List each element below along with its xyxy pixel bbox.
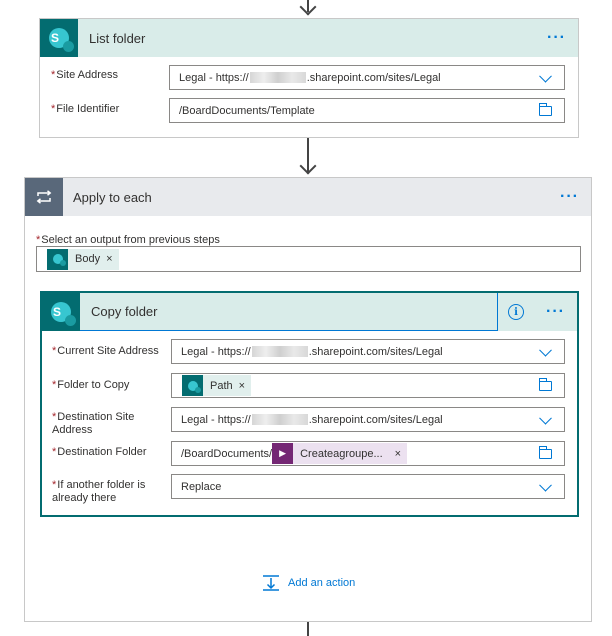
folder-icon[interactable] [539, 445, 552, 459]
apply-to-each-card: Apply to each ··· *Select an output from… [24, 177, 592, 622]
list-folder-header[interactable]: S List folder ··· [40, 19, 578, 57]
chevron-down-icon[interactable] [539, 478, 552, 492]
copy-folder-header-actions: i ··· [498, 293, 577, 331]
create-group-token[interactable]: ▶ Createagroupe... × [272, 443, 408, 464]
destination-site-address-label: *Destination Site Address [52, 411, 135, 436]
list-folder-card: S List folder ··· *Site Address Legal - … [39, 18, 579, 138]
connector-bottom [307, 622, 309, 636]
list-folder-title: List folder [89, 30, 146, 46]
sharepoint-icon [47, 248, 68, 270]
copy-folder-header[interactable]: S Copy folder [42, 292, 498, 331]
file-identifier-label: *File Identifier [51, 103, 120, 115]
current-site-address-dropdown[interactable]: Legal - https://.sharepoint.com/sites/Le… [171, 339, 565, 364]
info-icon[interactable]: i [508, 304, 524, 320]
remove-token-icon[interactable]: × [395, 448, 401, 460]
redacted-tenant [251, 414, 308, 425]
connector-top-arrow [299, 0, 317, 16]
destination-site-address-dropdown[interactable]: Legal - https://.sharepoint.com/sites/Le… [171, 407, 565, 432]
folder-icon[interactable] [539, 102, 552, 116]
sharepoint-icon [182, 375, 203, 396]
add-action-icon [262, 575, 280, 591]
copy-folder-card: S Copy folder i ··· *Current Site Addres… [40, 291, 579, 517]
chevron-down-icon[interactable] [539, 69, 552, 83]
folder-to-copy-input[interactable]: Path × [171, 373, 565, 398]
redacted-tenant [249, 72, 306, 83]
destination-folder-input[interactable]: /BoardDocuments/ ▶ Createagroupe... × [171, 441, 565, 466]
path-token[interactable]: Path × [182, 375, 252, 396]
sharepoint-icon: S [40, 19, 78, 57]
remove-token-icon[interactable]: × [239, 380, 245, 392]
destination-folder-label: *Destination Folder [52, 446, 147, 458]
folder-to-copy-label: *Folder to Copy [52, 379, 130, 391]
folder-icon[interactable] [539, 377, 552, 391]
body-token[interactable]: Body × [47, 248, 119, 270]
current-site-address-label: *Current Site Address [52, 345, 159, 357]
copy-folder-more-button[interactable]: ··· [546, 303, 565, 321]
apply-to-each-more-button[interactable]: ··· [560, 188, 579, 206]
apply-to-each-title: Apply to each [73, 189, 152, 205]
chevron-down-icon[interactable] [539, 343, 552, 357]
file-identifier-input[interactable]: /BoardDocuments/Template [169, 98, 565, 123]
power-automate-icon: ▶ [272, 443, 294, 464]
connector-middle-arrow [299, 157, 317, 175]
redacted-tenant [251, 346, 308, 357]
loop-icon [25, 178, 63, 216]
chevron-down-icon[interactable] [539, 411, 552, 425]
add-action-button[interactable]: Add an action [262, 575, 355, 591]
select-output-input[interactable]: Body × [36, 246, 581, 272]
if-exists-dropdown[interactable]: Replace [171, 474, 565, 499]
copy-folder-title: Copy folder [91, 304, 158, 319]
list-folder-more-button[interactable]: ··· [547, 29, 566, 47]
remove-token-icon[interactable]: × [106, 253, 112, 265]
if-exists-label: *If another folder is already there [52, 479, 146, 504]
site-address-dropdown[interactable]: Legal - https://.sharepoint.com/sites/Le… [169, 65, 565, 90]
site-address-label: *Site Address [51, 69, 119, 81]
sharepoint-icon: S [42, 292, 80, 331]
apply-to-each-header[interactable]: Apply to each ··· [25, 178, 591, 216]
